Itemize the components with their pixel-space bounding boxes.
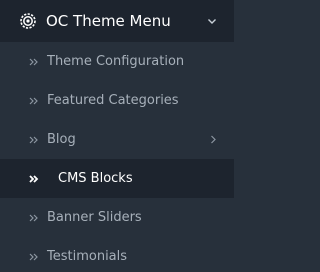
submenu-list: Theme Configuration Featured Categories … [0, 42, 234, 272]
menu-item-label: Blog [47, 131, 76, 147]
double-chevron-right-icon [28, 96, 42, 106]
double-chevron-right-icon [28, 252, 42, 262]
menu-item-testimonials[interactable]: Testimonials [0, 237, 234, 272]
menu-item-blog[interactable]: Blog [0, 120, 234, 159]
chevron-right-icon[interactable] [209, 135, 217, 144]
double-chevron-right-icon [28, 135, 42, 145]
double-chevron-right-icon [28, 174, 42, 184]
menu-item-theme-configuration[interactable]: Theme Configuration [0, 42, 234, 81]
menu-item-label: Featured Categories [47, 92, 179, 108]
theme-menu-panel: OC Theme Menu Theme Configuration Featur… [0, 0, 234, 272]
double-chevron-right-icon [28, 213, 42, 223]
menu-item-label: Banner Sliders [47, 209, 142, 225]
chevron-down-icon[interactable] [207, 16, 217, 26]
menu-item-cms-blocks[interactable]: CMS Blocks [0, 159, 234, 198]
menu-title: OC Theme Menu [46, 12, 171, 30]
gear-icon [19, 12, 37, 30]
menu-item-label: CMS Blocks [58, 170, 133, 186]
menu-item-banner-sliders[interactable]: Banner Sliders [0, 198, 234, 237]
menu-item-label: Testimonials [47, 248, 128, 264]
menu-item-label: Theme Configuration [47, 53, 185, 69]
menu-item-featured-categories[interactable]: Featured Categories [0, 81, 234, 120]
double-chevron-right-icon [28, 57, 42, 67]
oc-theme-menu-header[interactable]: OC Theme Menu [0, 0, 234, 42]
